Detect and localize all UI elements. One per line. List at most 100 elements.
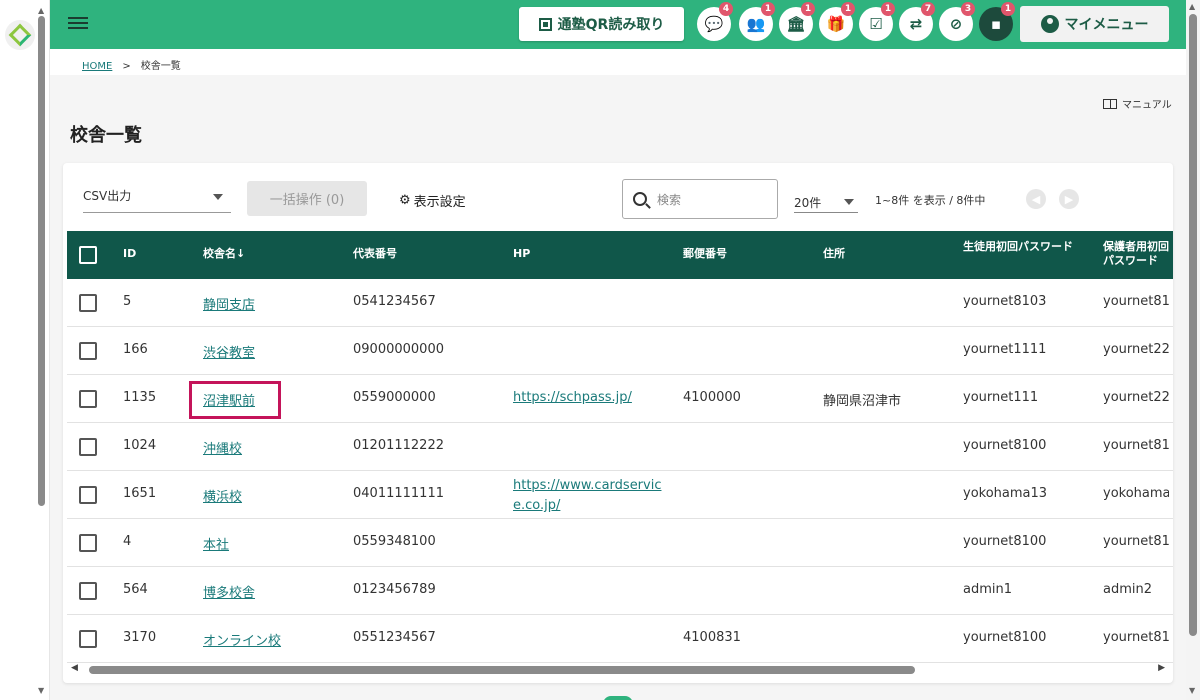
checklist-icon[interactable]: ☑ 1 (859, 2, 895, 41)
bulk-action-button[interactable]: 一括操作 (0) (247, 181, 367, 216)
row-checkbox[interactable] (79, 630, 97, 648)
cell-name[interactable]: 渋谷教室 (203, 342, 255, 361)
cell-student_pw: yokohama13 (963, 486, 1048, 501)
search-icon (633, 192, 647, 206)
table-row: 166 渋谷教室 09000000000 yournet1111 yournet2222 (67, 327, 1173, 375)
table-scrollbar-thumb[interactable] (89, 666, 915, 674)
column-header-5: 住所 (823, 247, 845, 260)
account-icon (1040, 15, 1059, 33)
cell-id: 166 (123, 342, 148, 357)
cell-student_pw: yournet111 (963, 390, 1039, 405)
scroll-left-arrow[interactable]: ◀ (71, 663, 78, 673)
cell-student_pw: yournet8100 (963, 438, 1047, 453)
cell-student_pw: yournet8100 (963, 534, 1047, 549)
blocked-icon[interactable]: ⊘ 3 (939, 2, 975, 41)
row-checkbox[interactable] (79, 438, 97, 456)
column-header-1[interactable]: 校舎名↓ (203, 247, 245, 261)
chat-icon[interactable]: 💬 4 (697, 2, 733, 41)
cell-hp[interactable]: https://schpass.jp/ (513, 390, 632, 405)
row-checkbox[interactable] (79, 342, 97, 360)
cell-name[interactable]: 沖縄校 (203, 438, 242, 457)
cell-parent_pw: yournet8103 (1103, 294, 1169, 309)
cell-id: 4 (123, 534, 132, 549)
column-header-3: HP (513, 247, 531, 260)
breadcrumb-home-link[interactable]: HOME (82, 61, 112, 72)
cell-name[interactable]: 博多校舎 (203, 582, 255, 601)
notification-badge: 4 (719, 2, 733, 16)
notification-badge: 3 (961, 2, 975, 16)
cell-phone: 09000000000 (353, 342, 444, 357)
cell-phone: 04011111111 (353, 486, 444, 501)
page-scrollbar[interactable]: ▲ ▼ (1186, 0, 1200, 700)
column-header-6: 生徒用初回パスワード (963, 240, 1073, 253)
csv-export-select[interactable]: CSV出力 (83, 181, 231, 213)
notification-badge: 1 (881, 2, 895, 16)
row-checkbox[interactable] (79, 486, 97, 504)
cell-student_pw: yournet1111 (963, 342, 1047, 357)
breadcrumb-separator: > (122, 61, 131, 72)
message-icon-glyph: ▪ (990, 15, 1002, 33)
row-checkbox[interactable] (79, 390, 97, 408)
row-checkbox[interactable] (79, 534, 97, 552)
chevron-down-icon (213, 194, 223, 200)
hamburger-menu-icon[interactable] (68, 14, 88, 34)
cell-name[interactable]: 静岡支店 (203, 294, 255, 313)
next-page-button[interactable]: ▶ (1059, 189, 1079, 209)
scroll-up-arrow[interactable]: ▲ (1189, 2, 1195, 11)
row-checkbox[interactable] (79, 582, 97, 600)
cell-id: 3170 (123, 630, 157, 645)
search-input[interactable]: 検索 (622, 179, 778, 219)
manual-link[interactable]: マニュアル (1103, 96, 1172, 111)
per-page-select[interactable]: 20件 (794, 185, 858, 213)
cell-name[interactable]: オンライン校 (203, 630, 281, 649)
notification-badge: 1 (841, 2, 855, 16)
cell-parent_pw: yournet2222 (1103, 342, 1169, 357)
rail-scroll-down-arrow[interactable]: ▼ (38, 686, 44, 695)
table-row: 1024 沖縄校 01201112222 yournet8100 yournet8100 (67, 423, 1173, 471)
scroll-down-arrow[interactable]: ▼ (1189, 686, 1195, 695)
cell-id: 1135 (123, 390, 157, 405)
table-row: 1651 横浜校 04011111111 https://www.cardservic… (67, 471, 1173, 519)
cell-student_pw: yournet8100 (963, 630, 1047, 645)
school-icon[interactable]: 🏛 1 (779, 2, 815, 41)
row-checkbox[interactable] (79, 294, 97, 312)
page-scrollbar-thumb[interactable] (1189, 14, 1197, 636)
users-icon-glyph: 👥 (746, 15, 766, 33)
rail-scrollbar-thumb[interactable] (38, 16, 45, 506)
transfer-icon[interactable]: ⇄ 7 (899, 2, 935, 41)
cell-phone: 01201112222 (353, 438, 444, 453)
notification-badge: 1 (1001, 2, 1015, 16)
gift-icon[interactable]: 🎁 1 (819, 2, 855, 41)
gear-icon: ⚙ (399, 193, 411, 208)
scroll-right-arrow[interactable]: ▶ (1158, 663, 1165, 673)
bottom-floating-button[interactable] (603, 696, 633, 700)
table-row: 3170 オンライン校 0551234567 4100831 yournet8100 yo… (67, 615, 1173, 663)
cell-student_pw: admin1 (963, 582, 1013, 597)
rail-scroll-up-arrow[interactable]: ▲ (38, 6, 44, 15)
app-logo[interactable] (5, 20, 35, 50)
cell-phone: 0559000000 (353, 390, 436, 405)
breadcrumb-current: 校舎一覧 (140, 61, 181, 72)
column-header-0: ID (123, 247, 137, 260)
cell-parent_pw: yournet8100 (1103, 534, 1169, 549)
blocked-icon-glyph: ⊘ (949, 15, 963, 33)
display-settings-button[interactable]: ⚙ 表示設定 (399, 191, 466, 210)
qr-scan-button[interactable]: 通塾QR読み取り (519, 7, 684, 41)
cell-name[interactable]: 本社 (203, 534, 229, 553)
cell-addr: 静岡県沼津市 (823, 394, 902, 409)
cell-phone: 0551234567 (353, 630, 436, 645)
my-menu-button[interactable]: マイメニュー (1020, 6, 1169, 42)
message-icon[interactable]: ▪ 1 (979, 2, 1015, 41)
cell-name[interactable]: 横浜校 (203, 486, 242, 505)
table-horizontal-scrollbar[interactable]: ◀ ▶ (67, 663, 1169, 677)
pagination-range: 1~8件 を表示 / 8件中 (875, 194, 986, 207)
cell-hp[interactable]: https://www.cardservice.co.jp/ (513, 476, 663, 516)
breadcrumb: HOME > 校舎一覧 (82, 57, 181, 72)
prev-page-button[interactable]: ◀ (1026, 189, 1046, 209)
per-page-value: 20件 (794, 196, 822, 210)
cell-zip: 4100000 (683, 390, 741, 405)
users-icon[interactable]: 👥 1 (739, 2, 775, 41)
cell-id: 1651 (123, 486, 157, 501)
app-header: 通塾QR読み取り 💬 4 👥 1 🏛 1 🎁 1 ☑ 1 ⇄ 7 ⊘ 3 ▪ 1 マイメニュー (50, 0, 1186, 49)
select-all-checkbox[interactable] (79, 246, 97, 264)
